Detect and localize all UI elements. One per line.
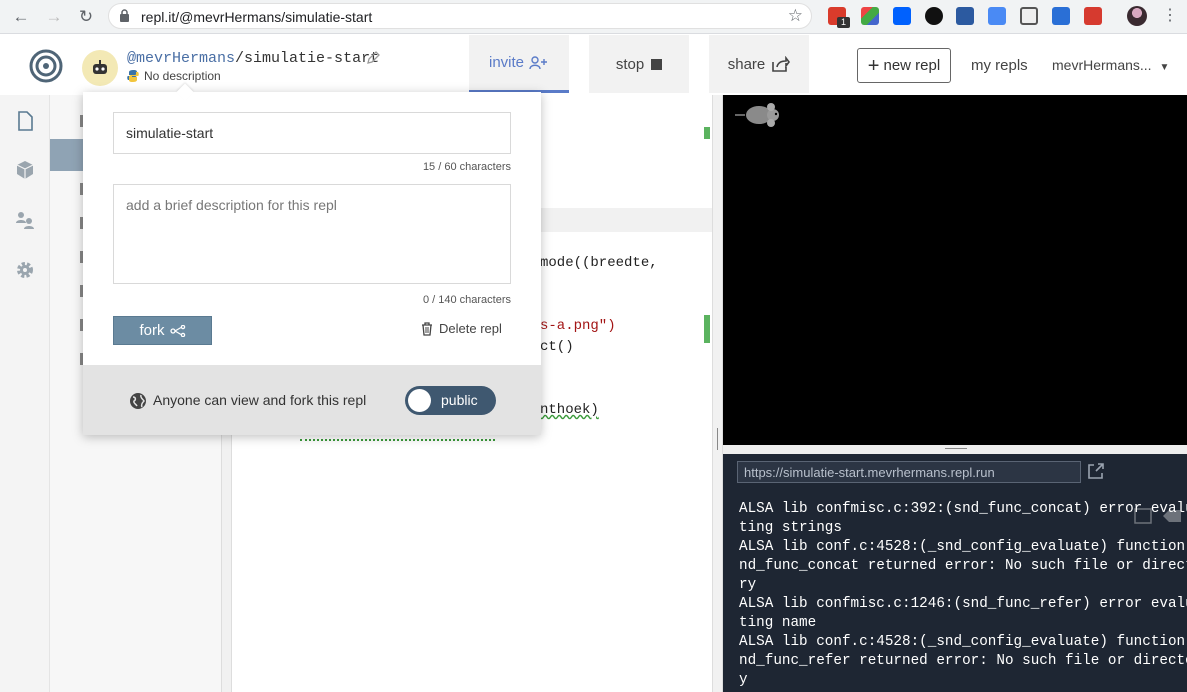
dropbox-icon[interactable]	[893, 7, 911, 25]
fork-icon	[169, 324, 185, 337]
repl-description-input[interactable]	[113, 184, 511, 284]
output-splitter[interactable]	[723, 445, 1187, 454]
lint-warning-underline	[300, 437, 495, 441]
chevron-down-icon: ▼	[1159, 62, 1170, 73]
repl-title[interactable]: simulatie-start	[244, 50, 379, 67]
pane-splitter[interactable]	[712, 95, 723, 692]
repl-header: @mevrHermans/simulatie-start No descript…	[0, 35, 1187, 95]
stop-label: stop	[615, 55, 645, 73]
browser-toolbar: ← → ↻ repl.it/@mevrHermans/simulatie-sta…	[0, 0, 1187, 34]
code-line: nthoek)	[540, 402, 599, 418]
new-repl-label: new repl	[883, 57, 941, 74]
bookmark-star-icon[interactable]: ☆	[788, 6, 803, 26]
reload-icon[interactable]: ↻	[75, 6, 97, 28]
console-output: ALSA lib confmisc.c:392:(snd_func_concat…	[739, 501, 1187, 688]
privacy-section: Anyone can view and fork this repl publi…	[83, 365, 541, 435]
multiplayer-icon[interactable]	[15, 210, 35, 230]
git-change-marker	[704, 127, 710, 139]
invite-button[interactable]: invite	[469, 35, 569, 93]
extension-hat-icon[interactable]	[1052, 7, 1070, 25]
lock-icon	[120, 9, 129, 22]
mouse-sprite	[735, 103, 779, 127]
delete-repl-label: Delete repl	[439, 321, 502, 336]
address-url: repl.it/@mevrHermans/simulatie-start	[141, 9, 373, 25]
output-url-field[interactable]	[737, 461, 1081, 483]
name-character-count: 15 / 60 characters	[422, 161, 511, 173]
forward-icon[interactable]: →	[43, 6, 65, 28]
robot-icon	[93, 60, 107, 74]
repl-info-popover: 15 / 60 characters 0 / 140 characters fo…	[83, 83, 541, 435]
repl-description: No description	[144, 69, 221, 83]
plus-icon: +	[867, 54, 880, 77]
output-canvas[interactable]	[723, 95, 1187, 445]
share-button[interactable]: share	[709, 35, 809, 93]
docs-icon[interactable]	[988, 7, 1006, 25]
fork-label: fork	[139, 322, 165, 339]
public-toggle[interactable]: public	[405, 386, 496, 415]
delete-repl-button[interactable]: Delete repl	[421, 321, 502, 336]
my-repls-link[interactable]: my repls	[971, 57, 1028, 74]
add-user-icon	[529, 55, 548, 69]
user-menu-label: mevrHermans...	[1052, 57, 1152, 73]
code-line: ct()	[540, 339, 574, 355]
pocket-icon[interactable]	[1020, 7, 1038, 25]
open-external-icon[interactable]	[1087, 462, 1105, 480]
chrome-menu-icon[interactable]: ⋮	[1162, 5, 1178, 25]
repl-avatar[interactable]	[82, 50, 118, 86]
trash-icon	[422, 321, 432, 336]
repl-name-input[interactable]	[113, 112, 511, 154]
sidebar-rail	[0, 95, 50, 692]
back-icon[interactable]: ←	[10, 6, 32, 28]
code-line: s-a.png")	[540, 318, 616, 334]
address-bar[interactable]: repl.it/@mevrHermans/simulatie-start ☆	[108, 3, 812, 29]
profile-avatar[interactable]	[1127, 6, 1147, 26]
repl-path: @mevrHermans/simulatie-start	[127, 50, 379, 67]
description-character-count: 0 / 140 characters	[422, 294, 511, 306]
share-label: share	[727, 55, 766, 73]
git-change-marker	[704, 315, 710, 343]
toggle-knob	[408, 389, 431, 412]
megaphone-icon[interactable]	[1084, 7, 1102, 25]
extension-v-icon[interactable]	[956, 7, 974, 25]
repl-path-separator: /	[235, 50, 245, 67]
pencil-icon[interactable]	[366, 51, 380, 65]
extension-color-icon[interactable]	[861, 7, 879, 25]
stop-button[interactable]: stop	[589, 35, 689, 93]
repl-username[interactable]: @mevrHermans	[127, 50, 235, 67]
user-menu[interactable]: mevrHermans... ▼	[1052, 57, 1169, 73]
fork-button[interactable]: fork	[113, 316, 212, 345]
toggle-label: public	[441, 392, 478, 408]
extension-dark-icon[interactable]	[925, 7, 943, 25]
privacy-text: Anyone can view and fork this repl	[153, 392, 367, 408]
replit-logo-icon[interactable]	[29, 49, 63, 83]
globe-icon	[130, 393, 146, 409]
settings-gear-icon[interactable]	[15, 260, 35, 280]
code-line: mode((breedte,	[540, 255, 658, 271]
console[interactable]: ALSA lib confmisc.c:392:(snd_func_concat…	[723, 454, 1187, 692]
share-icon	[772, 56, 791, 72]
stop-square-icon	[651, 58, 663, 70]
repl-description-row[interactable]: No description	[127, 69, 221, 83]
packages-icon[interactable]	[15, 160, 35, 180]
files-icon[interactable]	[15, 111, 35, 131]
python-icon	[127, 70, 139, 82]
new-repl-button[interactable]: + new repl	[857, 48, 951, 83]
extension-badge: 1	[837, 17, 850, 28]
invite-label: invite	[488, 54, 525, 71]
